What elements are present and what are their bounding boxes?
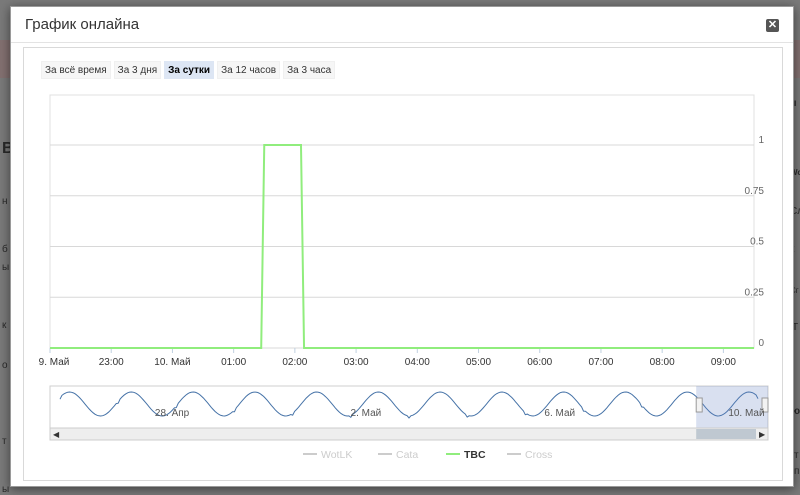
navigator-selection[interactable] (696, 386, 768, 428)
background-text: б (2, 244, 8, 255)
range-button-12-hours[interactable]: За 12 часов (217, 61, 281, 79)
range-selector: За всё время За 3 дня За сутки За 12 час… (41, 61, 336, 81)
range-button-1-day[interactable]: За сутки (164, 61, 215, 79)
online-chart-modal: График онлайна ✕ За всё время За 3 дня З… (10, 6, 794, 487)
online-chart: 0 0.25 0.5 0.75 1 9. Май 23:00 10. Май 01:00 02:0… (36, 88, 772, 478)
x-tick-label: 01:00 (221, 357, 246, 368)
navigator-label: 2. Май (351, 408, 382, 419)
navigator-area (49, 385, 769, 429)
x-tick-label: 07:00 (588, 357, 613, 368)
background-text: т (2, 436, 7, 447)
navigator-label: 28. Апр (155, 408, 190, 419)
x-tick-label: 08:00 (650, 357, 675, 368)
x-tick-label: 10. Май (154, 357, 190, 368)
navigator-label: 6. Май (544, 408, 575, 419)
x-tick-label: 04:00 (405, 357, 430, 368)
chart-container: За всё время За 3 дня За сутки За 12 час… (23, 47, 783, 481)
background-text: о (2, 360, 8, 371)
x-tick-label: 05:00 (466, 357, 491, 368)
background-text: т (794, 450, 799, 461)
legend-item-cata[interactable]: Cata (396, 449, 418, 461)
x-tick-label: 06:00 (527, 357, 552, 368)
scroll-right-arrow-icon[interactable]: ▶ (759, 430, 766, 439)
x-tick-label: 02:00 (282, 357, 307, 368)
y-tick-label: 0.75 (745, 186, 765, 197)
range-button-all-time[interactable]: За всё время (41, 61, 111, 79)
legend-item-tbc[interactable]: TBC (464, 449, 486, 461)
legend-item-cross[interactable]: Cross (525, 449, 552, 461)
y-tick-label: 1 (758, 135, 764, 146)
y-tick-label: 0.25 (745, 287, 765, 298)
close-icon[interactable]: ✕ (766, 19, 779, 32)
x-tick-label: 9. Май (39, 357, 70, 368)
plot-area (49, 94, 755, 349)
range-button-3-days[interactable]: За 3 дня (113, 61, 162, 79)
background-text: п (794, 466, 800, 477)
scroll-left-arrow-icon[interactable]: ◀ (53, 430, 60, 439)
chart-svg: 0 0.25 0.5 0.75 1 9. Май 23:00 10. Май 01:00 02:0… (39, 94, 769, 461)
range-button-3-hours[interactable]: За 3 часа (283, 61, 336, 79)
background-text: ы (2, 262, 10, 273)
x-tick-label: 09:00 (711, 357, 736, 368)
x-tick-label: 23:00 (99, 357, 124, 368)
modal-header: График онлайна ✕ (11, 7, 793, 43)
legend-item-wotlk[interactable]: WotLK (321, 449, 352, 461)
modal-title: График онлайна (25, 16, 140, 33)
background-text: н (2, 196, 8, 207)
scrollbar-thumb[interactable] (696, 429, 756, 439)
background-text: ы (2, 484, 10, 495)
background-text: к (2, 320, 7, 331)
y-tick-label: 0 (758, 338, 764, 349)
x-tick-label: 03:00 (344, 357, 369, 368)
navigator-handle[interactable] (695, 397, 703, 413)
y-tick-label: 0.5 (750, 237, 764, 248)
scrollbar-track[interactable] (49, 427, 769, 441)
navigator-label: 10. Май (728, 408, 764, 419)
